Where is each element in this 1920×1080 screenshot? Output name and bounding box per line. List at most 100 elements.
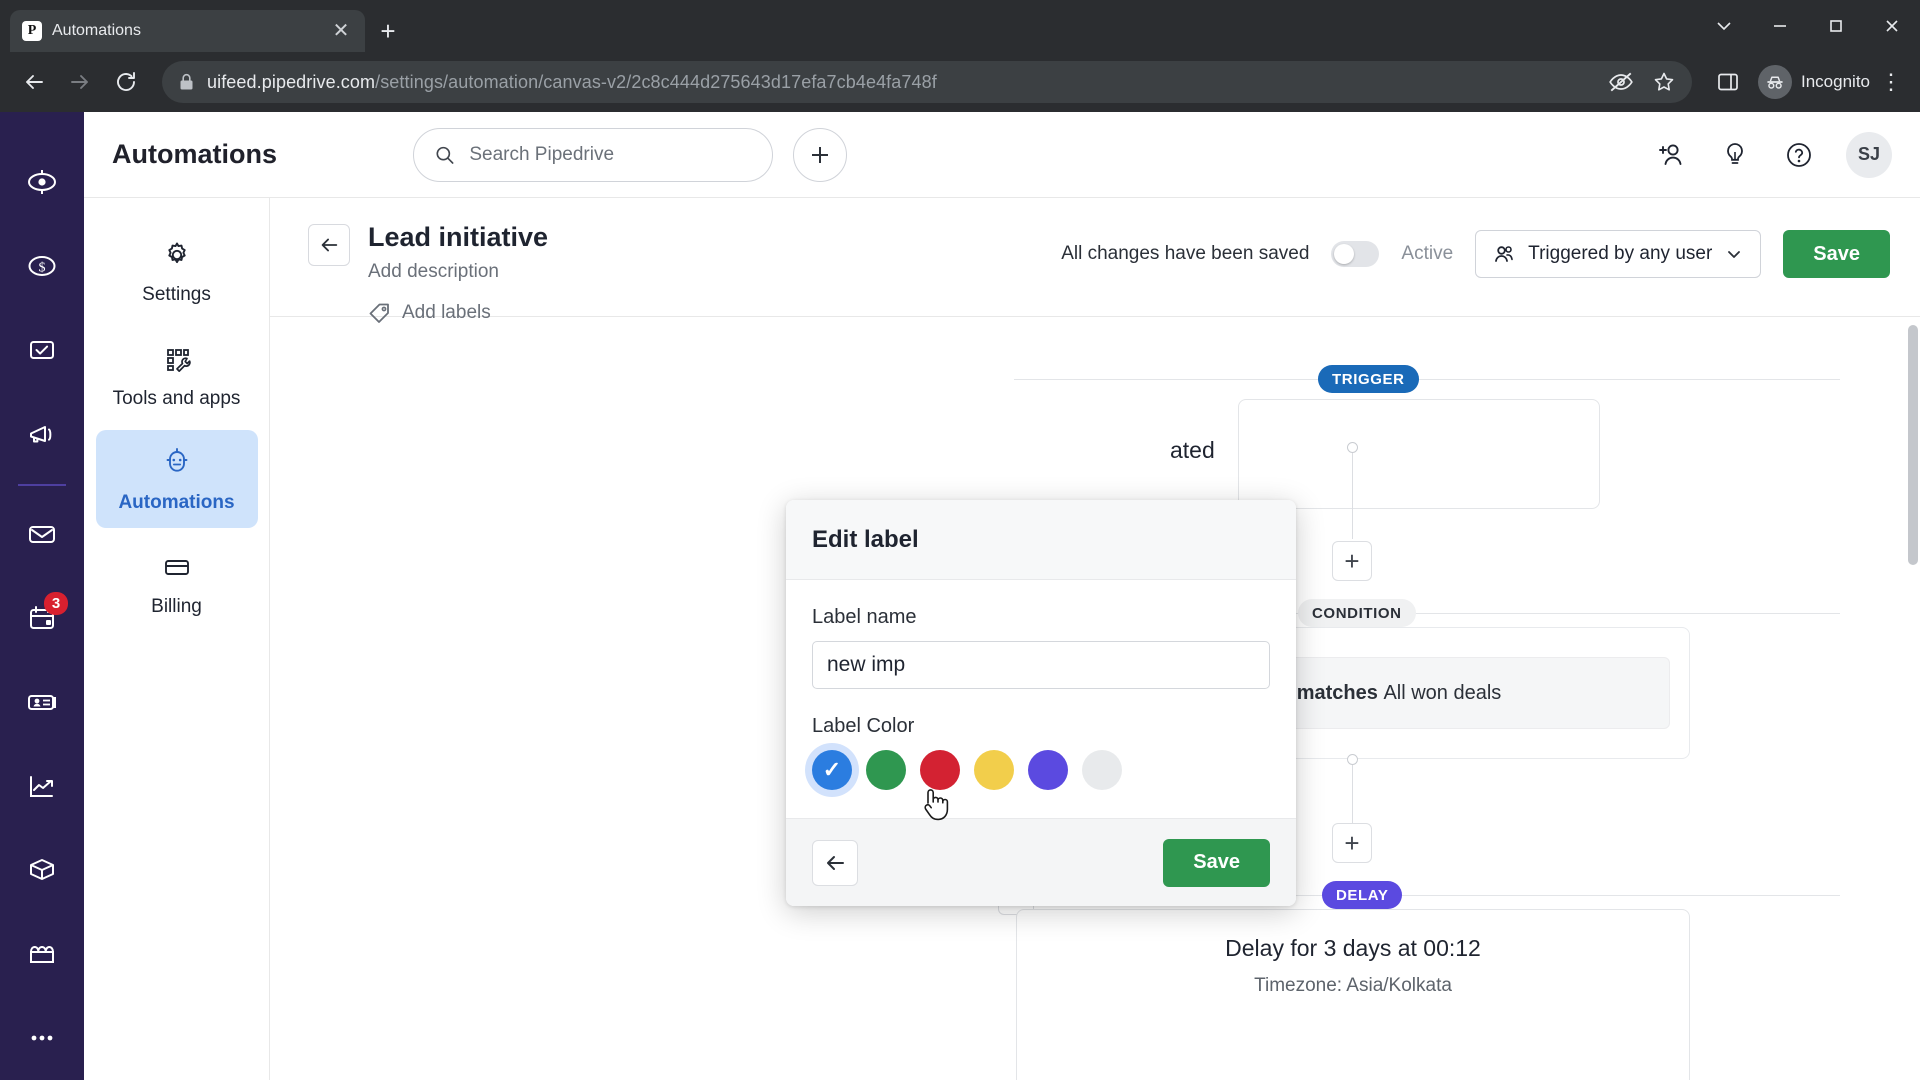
- color-swatch-yellow[interactable]: [974, 750, 1014, 790]
- minimize-icon[interactable]: [1752, 0, 1808, 52]
- color-swatch-blue[interactable]: ✓: [812, 750, 852, 790]
- flow-meta: Lead initiative Add description Add labe…: [368, 224, 548, 325]
- robot-icon: [166, 448, 187, 472]
- add-labels-label: Add labels: [402, 302, 491, 323]
- sidebar-item-insights[interactable]: [0, 744, 84, 828]
- active-toggle-label: Active: [1401, 243, 1454, 264]
- add-step-button-2[interactable]: +: [1332, 823, 1372, 863]
- sidebar-item-marketplace[interactable]: [0, 912, 84, 996]
- maximize-icon[interactable]: [1808, 0, 1864, 52]
- whats-new-bulb-icon[interactable]: [1718, 138, 1752, 172]
- color-swatch-gray[interactable]: [1082, 750, 1122, 790]
- url-domain: uifeed.pipedrive.com: [207, 71, 376, 92]
- search-input[interactable]: [469, 143, 752, 166]
- sidebar-item-label: Tools and apps: [112, 388, 241, 409]
- add-step-button-1[interactable]: +: [1332, 541, 1372, 581]
- modal-footer: Save: [786, 818, 1296, 906]
- incognito-avatar-icon: [1758, 65, 1792, 99]
- search-input-wrapper[interactable]: [413, 127, 773, 182]
- add-description-button[interactable]: Add description: [368, 261, 548, 283]
- window-close-icon[interactable]: [1864, 0, 1920, 52]
- contacts-card-icon: [28, 695, 56, 710]
- color-swatch-green[interactable]: [866, 750, 906, 790]
- calendar-badge: 3: [44, 591, 68, 615]
- sidebar-item-campaigns[interactable]: [0, 392, 84, 476]
- avatar[interactable]: SJ: [1846, 131, 1892, 178]
- bookmark-star-icon[interactable]: [1652, 70, 1676, 94]
- automation-editor: Lead initiative Add description Add labe…: [270, 198, 1920, 1080]
- settings-nav: Settings Tools and apps Automations Bill…: [84, 198, 270, 1080]
- sidebar-item-contacts[interactable]: [0, 660, 84, 744]
- browser-toolbar: uifeed.pipedrive.com/settings/automation…: [0, 52, 1920, 112]
- delay-node-title: Delay for 3 days at 00:12: [1225, 935, 1481, 961]
- plus-icon: [812, 146, 828, 163]
- more-dots-icon: [31, 1035, 53, 1041]
- modal-back-button[interactable]: [812, 839, 858, 886]
- new-tab-button[interactable]: +: [365, 10, 411, 52]
- gear-icon: [167, 242, 186, 264]
- side-panel-icon[interactable]: [1708, 62, 1748, 102]
- incognito-indicator[interactable]: Incognito: [1754, 65, 1870, 99]
- sidebar-item-billing[interactable]: Billing: [96, 534, 258, 632]
- marketplace-store-icon: [30, 946, 54, 964]
- sidebar-item-automations[interactable]: Automations: [95, 430, 258, 528]
- main-column: Automations Search Pipedrive SJ Settings…: [84, 112, 1920, 1080]
- sidebar-item-activities[interactable]: [0, 308, 84, 392]
- save-button[interactable]: Save: [1783, 230, 1890, 278]
- check-icon: ✓: [822, 757, 842, 782]
- sidebar-item-label: Billing: [151, 596, 202, 617]
- add-labels-button[interactable]: Add labels: [368, 301, 548, 325]
- invite-user-icon[interactable]: [1654, 138, 1688, 172]
- sidebar-item-settings[interactable]: Settings: [96, 222, 258, 320]
- window-controls: [1696, 0, 1920, 52]
- label-name-input[interactable]: [812, 641, 1270, 689]
- active-toggle[interactable]: [1331, 241, 1380, 267]
- editor-header-actions: All changes have been saved Active Trigg…: [1061, 224, 1890, 278]
- browser-window: P Automations ✕ + uifeed.pipedrive.com/s…: [0, 0, 1920, 1080]
- back-icon[interactable]: [14, 62, 54, 102]
- sidebar-item-label: Automations: [118, 492, 235, 513]
- close-icon[interactable]: ✕: [329, 21, 353, 41]
- filter-operator: matches: [1296, 681, 1378, 704]
- sidebar-item-deals[interactable]: $: [0, 224, 84, 308]
- help-icon[interactable]: [1782, 138, 1816, 172]
- connector-dot-2: [1347, 754, 1358, 765]
- sidebar-item-leads[interactable]: [0, 140, 84, 224]
- modal-save-button[interactable]: Save: [1163, 838, 1270, 887]
- label-tag-icon: [369, 303, 389, 323]
- sidebar-item-mail[interactable]: [0, 492, 84, 576]
- url-text: uifeed.pipedrive.com/settings/automation…: [207, 72, 937, 93]
- trigger-node-title: ated: [1170, 437, 1215, 463]
- mail-envelope-icon: [29, 525, 55, 543]
- app-page: $ 3 Automations Search Pipedrive SJ Sett…: [0, 112, 1920, 1080]
- add-button[interactable]: [793, 127, 847, 182]
- label-color-swatches: ✓: [812, 750, 1270, 790]
- reload-icon[interactable]: [106, 62, 146, 102]
- sidebar-item-calendar[interactable]: 3: [0, 576, 84, 660]
- trigger-scope-select[interactable]: Triggered by any user: [1475, 230, 1762, 278]
- color-swatch-purple[interactable]: [1028, 750, 1068, 790]
- edit-label-modal: Edit label Label name Label Color ✓: [786, 500, 1296, 906]
- forward-icon[interactable]: [60, 62, 100, 102]
- sidebar-item-tools-and-apps[interactable]: Tools and apps: [96, 326, 258, 424]
- browser-menu-icon[interactable]: ⋮: [1876, 69, 1906, 95]
- modal-header: Edit label: [786, 500, 1296, 580]
- color-swatch-red[interactable]: [920, 750, 960, 790]
- leads-target-icon: [28, 170, 56, 194]
- canvas-scrollbar[interactable]: [1908, 325, 1918, 565]
- step-1-line: [1014, 379, 1840, 380]
- insights-chart-icon: [30, 776, 53, 798]
- address-bar[interactable]: uifeed.pipedrive.com/settings/automation…: [162, 61, 1692, 103]
- connector-1: [1352, 447, 1353, 539]
- sidebar-item-products[interactable]: [0, 828, 84, 912]
- sidebar-item-more[interactable]: [0, 996, 84, 1080]
- trigger-scope-label: Triggered by any user: [1528, 243, 1713, 264]
- flow-title[interactable]: Lead initiative: [368, 224, 548, 251]
- back-button[interactable]: [308, 224, 350, 266]
- browser-tab[interactable]: P Automations ✕: [10, 10, 365, 52]
- chevron-down-icon[interactable]: [1696, 0, 1752, 52]
- condition-pill: CONDITION: [1298, 599, 1416, 627]
- omnibox-actions: [1608, 69, 1676, 95]
- blocked-eye-icon[interactable]: [1608, 69, 1634, 95]
- app-sidebar: $ 3: [0, 112, 84, 1080]
